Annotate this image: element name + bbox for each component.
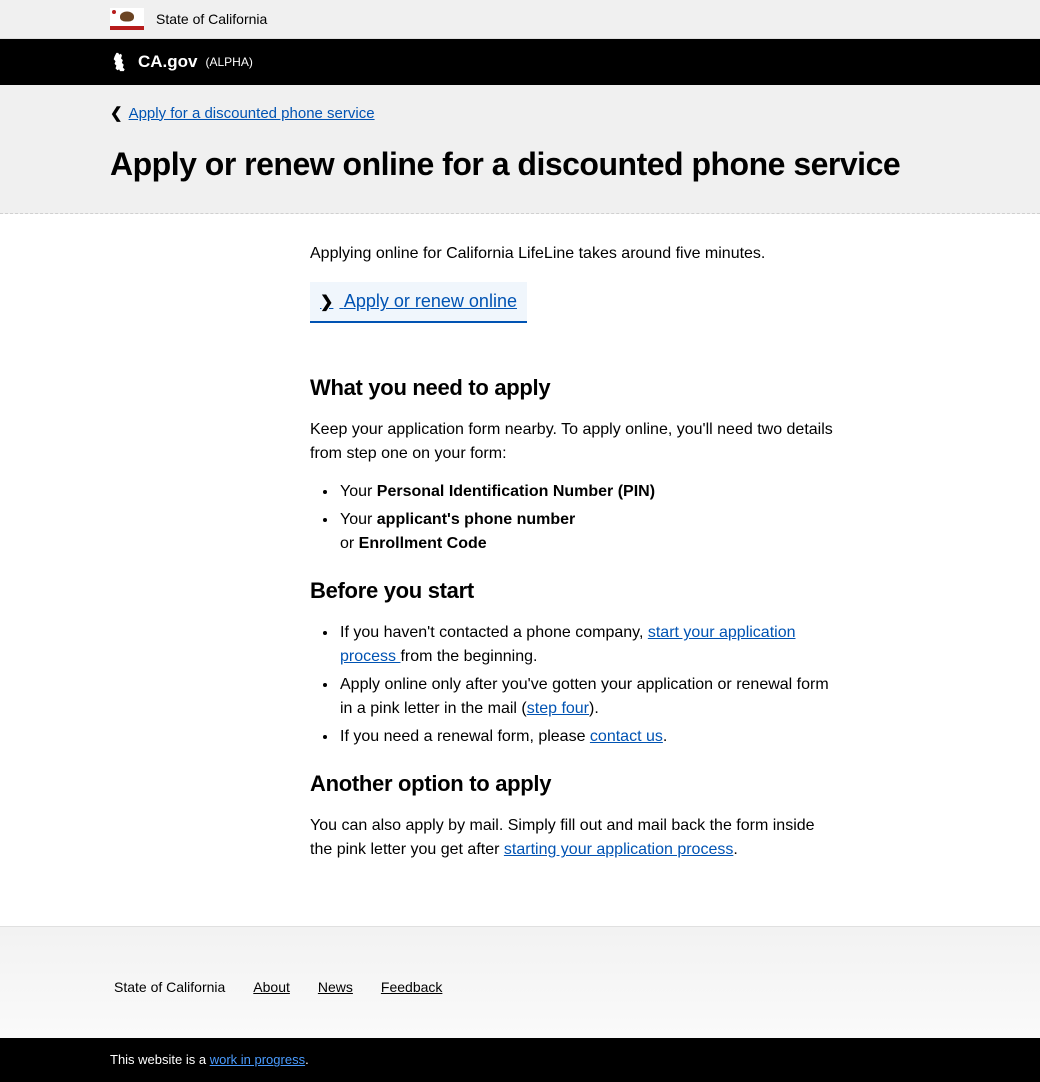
state-strip: State of California (0, 0, 1040, 39)
main-content: Applying online for California LifeLine … (0, 214, 1040, 926)
heading-what-you-need: What you need to apply (310, 371, 840, 404)
page-title: Apply or renew online for a discounted p… (110, 145, 930, 183)
state-label: State of California (156, 9, 267, 30)
footer-state-label: State of California (114, 977, 225, 998)
heading-before-you-start: Before you start (310, 574, 840, 607)
need-lead: Keep your application form nearby. To ap… (310, 418, 840, 466)
intro-text: Applying online for California LifeLine … (310, 242, 840, 266)
footer-link-news[interactable]: News (318, 977, 353, 998)
breadcrumb-link[interactable]: Apply for a discounted phone service (129, 103, 375, 126)
work-in-progress-link[interactable]: work in progress (210, 1052, 305, 1067)
california-state-icon (110, 51, 132, 73)
chevron-right-icon: ❯ (320, 294, 333, 311)
starting-application-link[interactable]: starting your application process (504, 841, 733, 858)
footer-nav: State of California About News Feedback (0, 926, 1040, 1038)
contact-us-link[interactable]: contact us (590, 728, 663, 745)
heading-another-option: Another option to apply (310, 767, 840, 800)
list-item: If you need a renewal form, please conta… (338, 725, 840, 749)
breadcrumb: ❮ Apply for a discounted phone service (110, 103, 930, 126)
another-option-text: You can also apply by mail. Simply fill … (310, 814, 840, 862)
cta-label: Apply or renew online (344, 291, 517, 311)
apply-renew-online-link[interactable]: ❯ Apply or renew online (310, 282, 527, 323)
need-list: Your Personal Identification Number (PIN… (310, 480, 840, 556)
brand-bar: CA.gov (ALPHA) (0, 39, 1040, 85)
brand-tag: (ALPHA) (206, 53, 253, 71)
brand-site[interactable]: CA.gov (138, 49, 198, 75)
list-item: Apply online only after you've gotten yo… (338, 673, 840, 721)
before-list: If you haven't contacted a phone company… (310, 621, 840, 749)
california-flag-icon (110, 8, 144, 30)
list-item: Your Personal Identification Number (PIN… (338, 480, 840, 504)
footer-link-about[interactable]: About (253, 977, 290, 998)
footer-link-feedback[interactable]: Feedback (381, 977, 442, 998)
step-four-link[interactable]: step four (527, 700, 589, 717)
chevron-left-icon: ❮ (110, 103, 123, 126)
footer-bottom: This website is a work in progress. (0, 1038, 1040, 1082)
page-header: ❮ Apply for a discounted phone service A… (0, 85, 1040, 215)
list-item: Your applicant's phone number or Enrollm… (338, 508, 840, 556)
list-item: If you haven't contacted a phone company… (338, 621, 840, 669)
